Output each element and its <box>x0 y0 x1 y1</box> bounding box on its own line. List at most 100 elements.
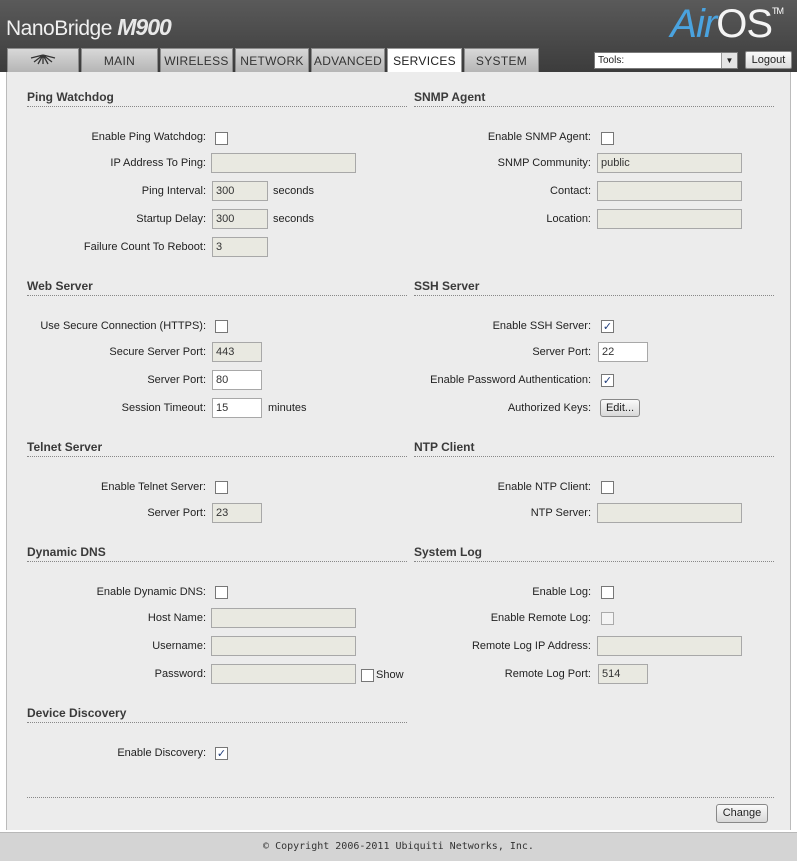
syslog-enable-checkbox[interactable] <box>601 586 614 599</box>
ssh-enable-label: Enable SSH Server: <box>492 320 591 332</box>
section-divider <box>414 561 774 562</box>
copyright-footer: © Copyright 2006-2011 Ubiquiti Networks,… <box>0 832 797 861</box>
ssh-server-title: SSH Server <box>414 279 480 293</box>
system-log-title: System Log <box>414 545 483 559</box>
tab-system[interactable]: SYSTEM <box>464 48 539 72</box>
https-checkbox[interactable] <box>215 320 228 333</box>
remote-log-ip-input[interactable] <box>597 636 742 656</box>
show-password-checkbox[interactable] <box>361 669 374 682</box>
syslog-enable-label: Enable Log: <box>532 586 591 598</box>
ddns-password-label: Password: <box>154 668 206 680</box>
snmp-contact-input[interactable] <box>597 181 742 201</box>
ping-watchdog-enable-label: Enable Ping Watchdog: <box>91 131 206 143</box>
section-divider <box>27 561 407 562</box>
authorized-keys-label: Authorized Keys: <box>507 402 591 414</box>
secure-port-label: Secure Server Port: <box>109 346 206 358</box>
logo-os: OS <box>716 2 773 46</box>
brand-model: M900 <box>117 14 172 40</box>
ntp-enable-label: Enable NTP Client: <box>497 481 591 493</box>
section-divider <box>27 295 407 296</box>
tab-wireless[interactable]: WIRELESS <box>160 48 233 72</box>
startup-delay-label: Startup Delay: <box>136 213 206 225</box>
logout-button[interactable]: Logout <box>745 51 792 69</box>
section-divider <box>414 295 774 296</box>
session-timeout-input[interactable]: 15 <box>212 398 262 418</box>
remote-log-port-input[interactable]: 514 <box>598 664 648 684</box>
telnet-server-title: Telnet Server <box>27 440 103 454</box>
tab-network[interactable]: NETWORK <box>235 48 309 72</box>
ubiquiti-logo-icon <box>30 53 56 68</box>
ddns-username-input[interactable] <box>211 636 356 656</box>
discovery-enable-checkbox[interactable]: ✓ <box>215 747 228 760</box>
ddns-username-label: Username: <box>152 640 206 652</box>
ssh-port-input[interactable]: 22 <box>598 342 648 362</box>
snmp-location-label: Location: <box>546 213 591 225</box>
ddns-enable-label: Enable Dynamic DNS: <box>96 586 206 598</box>
telnet-port-label: Server Port: <box>147 507 206 519</box>
remote-log-port-label: Remote Log Port: <box>504 668 591 680</box>
change-button[interactable]: Change <box>716 804 768 823</box>
session-timeout-unit: minutes <box>268 402 307 414</box>
startup-delay-input[interactable]: 300 <box>212 209 268 229</box>
ddns-host-input[interactable] <box>211 608 356 628</box>
logo-air: Air <box>670 2 717 46</box>
snmp-agent-title: SNMP Agent <box>414 90 486 104</box>
ntp-server-label: NTP Server: <box>530 507 591 519</box>
telnet-enable-checkbox[interactable] <box>215 481 228 494</box>
tools-select[interactable]: Tools: ▼ <box>594 52 738 69</box>
edit-keys-button[interactable]: Edit... <box>600 399 640 417</box>
ddns-host-label: Host Name: <box>147 612 206 624</box>
section-divider <box>414 106 774 107</box>
tab-services[interactable]: SERVICES <box>387 48 462 72</box>
snmp-enable-checkbox[interactable] <box>601 132 614 145</box>
tools-select-value: Tools: <box>598 55 625 66</box>
web-server-port-input[interactable]: 80 <box>212 370 262 390</box>
device-brand: NanoBridge M900 <box>6 14 172 41</box>
section-divider <box>27 456 407 457</box>
section-divider <box>27 722 407 723</box>
ping-watchdog-title: Ping Watchdog <box>27 90 114 104</box>
remote-log-checkbox[interactable] <box>601 612 614 625</box>
airos-logo: AirOSTM <box>670 2 784 47</box>
tab-advanced[interactable]: ADVANCED <box>311 48 385 72</box>
section-divider <box>414 456 774 457</box>
remote-log-label: Enable Remote Log: <box>490 612 591 624</box>
logo-tm: TM <box>772 6 784 16</box>
section-divider <box>27 106 407 107</box>
ddns-enable-checkbox[interactable] <box>215 586 228 599</box>
ddns-password-input[interactable] <box>211 664 356 684</box>
secure-port-input[interactable]: 443 <box>212 342 262 362</box>
failure-count-label: Failure Count To Reboot: <box>83 241 206 253</box>
discovery-enable-label: Enable Discovery: <box>117 747 206 759</box>
password-auth-checkbox[interactable]: ✓ <box>601 374 614 387</box>
snmp-community-input[interactable]: public <box>597 153 742 173</box>
remote-log-ip-label: Remote Log IP Address: <box>471 640 591 652</box>
ntp-server-input[interactable] <box>597 503 742 523</box>
device-discovery-title: Device Discovery <box>27 706 127 720</box>
snmp-enable-label: Enable SNMP Agent: <box>487 131 591 143</box>
startup-delay-unit: seconds <box>273 213 314 225</box>
tab-ubiquiti[interactable] <box>7 48 79 72</box>
web-server-title: Web Server <box>27 279 93 293</box>
main-tabs: MAIN WIRELESS NETWORK ADVANCED SERVICES … <box>7 48 539 72</box>
tab-main[interactable]: MAIN <box>81 48 158 72</box>
ping-interval-label: Ping Interval: <box>141 185 206 197</box>
ssh-port-label: Server Port: <box>532 346 591 358</box>
snmp-location-input[interactable] <box>597 209 742 229</box>
ping-watchdog-enable-checkbox[interactable] <box>215 132 228 145</box>
show-password-label: Show <box>376 669 404 681</box>
web-server-port-label: Server Port: <box>147 374 206 386</box>
ping-ip-input[interactable] <box>211 153 356 173</box>
ping-interval-input[interactable]: 300 <box>212 181 268 201</box>
ssh-enable-checkbox[interactable]: ✓ <box>601 320 614 333</box>
session-timeout-label: Session Timeout: <box>121 402 206 414</box>
ntp-enable-checkbox[interactable] <box>601 481 614 494</box>
brand-name: NanoBridge <box>6 17 112 40</box>
chevron-down-icon[interactable]: ▼ <box>721 53 737 68</box>
dynamic-dns-title: Dynamic DNS <box>27 545 106 559</box>
failure-count-input[interactable]: 3 <box>212 237 268 257</box>
telnet-port-input[interactable]: 23 <box>212 503 262 523</box>
header-bar: NanoBridge M900 AirOSTM MAIN WIRELESS NE… <box>0 0 797 72</box>
snmp-contact-label: Contact: <box>550 185 591 197</box>
ping-interval-unit: seconds <box>273 185 314 197</box>
